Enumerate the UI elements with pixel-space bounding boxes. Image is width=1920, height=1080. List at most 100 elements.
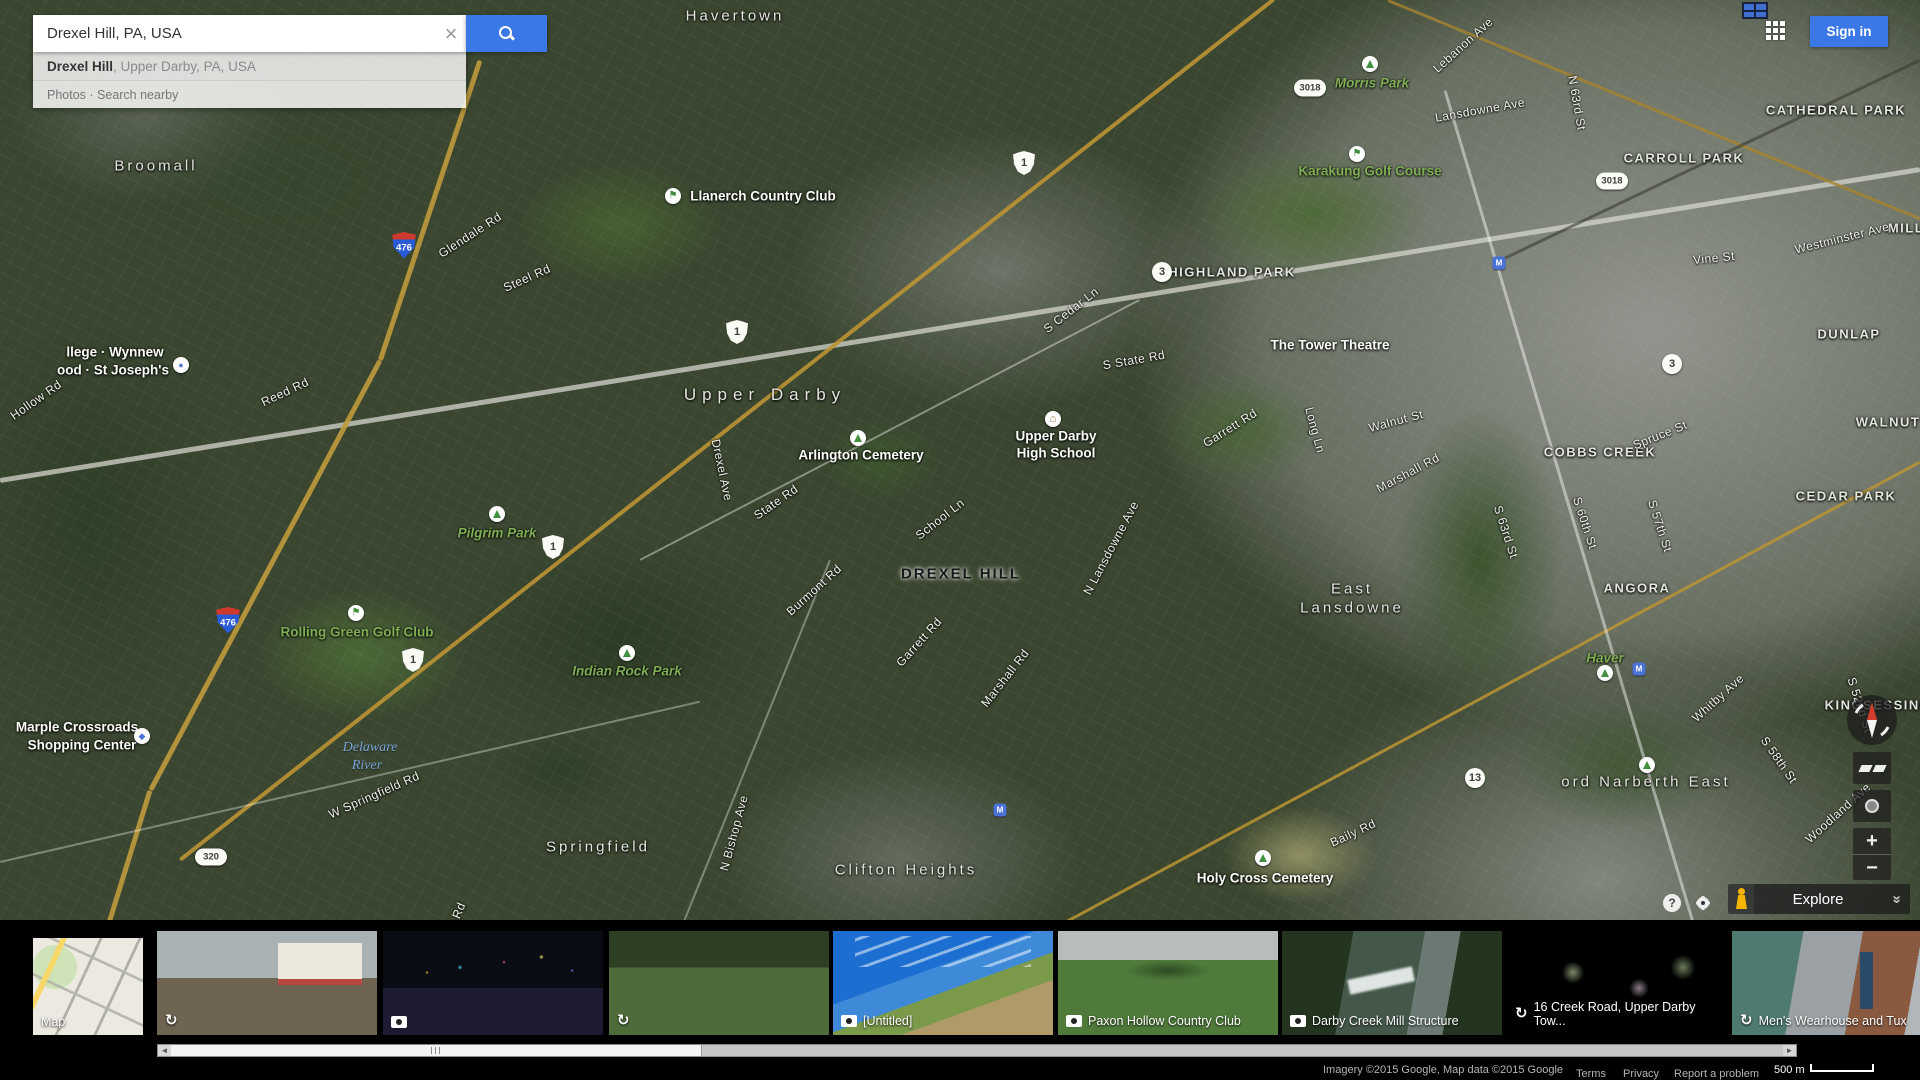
scroll-right-icon[interactable]: ► [1783, 1045, 1796, 1056]
camera-icon [841, 1015, 857, 1027]
zoom-out-button[interactable]: − [1853, 855, 1891, 881]
road-line [1049, 460, 1920, 931]
my-location-button[interactable] [1853, 790, 1891, 822]
tilt-icon [1858, 765, 1872, 772]
google-maps-app: Havertown Broomall Upper Darby Springfield C… [0, 0, 1920, 1080]
pegman-icon[interactable] [1728, 884, 1754, 914]
sign-in-button[interactable]: Sign in [1810, 16, 1888, 47]
suggestion-item[interactable]: Drexel Hill, Upper Darby, PA, USA [33, 52, 466, 81]
map-label: Spruce St [1631, 418, 1689, 452]
privacy-link[interactable]: Privacy [1623, 1068, 1659, 1080]
golf-icon [1349, 146, 1365, 162]
photo-thumbnail[interactable]: ↻16 Creek Road, Upper Darby Tow... [1507, 931, 1727, 1035]
photosphere-icon: ↻ [617, 1014, 630, 1028]
map-mode-toggle[interactable]: Map [33, 938, 143, 1035]
map-label: Hollow Rd [8, 377, 65, 422]
thumbnail-label: [Untitled] [841, 1014, 912, 1028]
map-label: Delaware [343, 740, 398, 756]
photo-thumbnail[interactable]: Paxon Hollow Country Club [1058, 931, 1278, 1035]
photo-thumbnail[interactable]: Darby Creek Mill Structure [1282, 931, 1502, 1035]
map-label: CATHEDRAL PARK [1766, 103, 1906, 118]
map-label: River [352, 758, 382, 774]
map-label: Whitby Ave [1689, 671, 1747, 725]
camera-icon [391, 1016, 407, 1028]
map-label: DREXEL HILL [901, 566, 1021, 583]
route-shield: 1 [1013, 151, 1035, 175]
attribution-bar: Imagery ©2015 Google, Map data ©2015 Goo… [0, 1060, 1920, 1080]
photo-thumbnail[interactable]: ↻ [609, 931, 829, 1035]
map-label: Marshall Rd [1374, 450, 1442, 495]
map-tile-label: Map [41, 1015, 65, 1029]
map-label: Karakung Golf Course [1298, 164, 1441, 179]
thumbnail-label: Darby Creek Mill Structure [1290, 1014, 1459, 1028]
map-label: Upper Darby [1015, 429, 1096, 444]
map-label: Glendale Rd [436, 209, 504, 260]
report-problem-link[interactable]: Report a problem [1674, 1068, 1759, 1080]
map-label: The Tower Theatre [1270, 338, 1389, 353]
transit-icon: M [994, 804, 1007, 817]
map-label: Vine St [1692, 249, 1735, 267]
map-canvas[interactable]: Havertown Broomall Upper Darby Springfield C… [0, 0, 1920, 920]
suggestion-actions[interactable]: Photos · Search nearby [33, 81, 466, 108]
close-icon[interactable]: × [436, 15, 466, 52]
road-line [1499, 58, 1920, 261]
map-label: Springfield [546, 839, 650, 856]
scroll-left-icon[interactable]: ◄ [158, 1045, 171, 1056]
chevron-double-down-icon[interactable]: « [1888, 885, 1905, 913]
thumbnail-label [391, 1016, 407, 1028]
carousel-scrollbar[interactable]: ◄ ► [157, 1044, 1797, 1057]
map-label: Clifton Heights [835, 862, 978, 879]
route-shield: 320 [195, 849, 227, 866]
photo-thumbnail[interactable]: ↻ [157, 931, 377, 1035]
thumbnail-label: ↻ [617, 1014, 630, 1028]
map-label: Broomall [114, 158, 197, 175]
photosphere-icon: ↻ [1740, 1014, 1753, 1028]
thumbnail-label: ↻Men's Wearhouse and Tux [1740, 1014, 1907, 1028]
help-button[interactable]: ? [1663, 894, 1681, 912]
search-input[interactable] [33, 25, 436, 42]
map-label: DUNLAP [1817, 327, 1880, 342]
scrollbar-thumb[interactable] [171, 1045, 702, 1056]
photo-thumbnail[interactable] [383, 931, 603, 1035]
zoom-in-button[interactable]: + [1853, 828, 1891, 855]
photo-thumbnail[interactable]: [Untitled] [833, 931, 1053, 1035]
compass-control[interactable] [1846, 694, 1898, 746]
photo-thumbnail[interactable]: ↻Men's Wearhouse and Tux [1732, 931, 1920, 1035]
tilt-button[interactable] [1853, 752, 1891, 784]
map-label: N Lansdowne Ave [1080, 499, 1141, 597]
map-label: ood · St Joseph's [57, 363, 169, 378]
suggestion-secondary: , Upper Darby, PA, USA [113, 59, 256, 74]
explore-label: Explore [1754, 891, 1882, 908]
map-label: Indian Rock Park [572, 664, 682, 679]
camera-icon [1290, 1015, 1306, 1027]
map-label: N Bishop Ave [717, 794, 751, 873]
search-box: × [33, 15, 466, 52]
map-label: Holy Cross Cemetery [1197, 871, 1334, 886]
map-label: Lansdowne [1300, 600, 1404, 617]
shop-icon [134, 728, 150, 744]
photo-carousel: Map ↻ ↻ [Untitled] Paxon Hollow Country Clu… [0, 920, 1920, 1060]
terms-link[interactable]: Terms [1576, 1068, 1606, 1080]
map-label: Walnut St [1367, 407, 1425, 435]
gear-icon[interactable] [1693, 893, 1713, 913]
suggestion-primary: Drexel Hill [47, 59, 113, 74]
map-label: High School [1017, 446, 1096, 461]
map-label: Burmont Rd [784, 562, 845, 619]
map-label: WALNUT [1856, 415, 1920, 430]
map-label: Drexel Ave [709, 438, 736, 502]
search-button[interactable] [466, 15, 547, 52]
explore-bar[interactable]: Explore « [1728, 884, 1910, 914]
map-label: Long Ln [1302, 406, 1328, 455]
map-label: Baily Rd [1328, 816, 1378, 849]
apps-grid-icon[interactable] [1766, 21, 1786, 41]
golf-icon [348, 605, 364, 621]
map-label: Garrett Rd [893, 615, 944, 670]
map-label: Havertown [686, 8, 785, 25]
school-icon [1045, 411, 1061, 427]
road-line [0, 167, 1920, 483]
thumbnail-label: ↻ [165, 1014, 178, 1028]
route-shield: 1 [542, 535, 564, 559]
scale-bar [1810, 1064, 1874, 1072]
grid-icon [1742, 2, 1768, 19]
thumbnail-label: ↻16 Creek Road, Upper Darby Tow... [1515, 1000, 1727, 1028]
